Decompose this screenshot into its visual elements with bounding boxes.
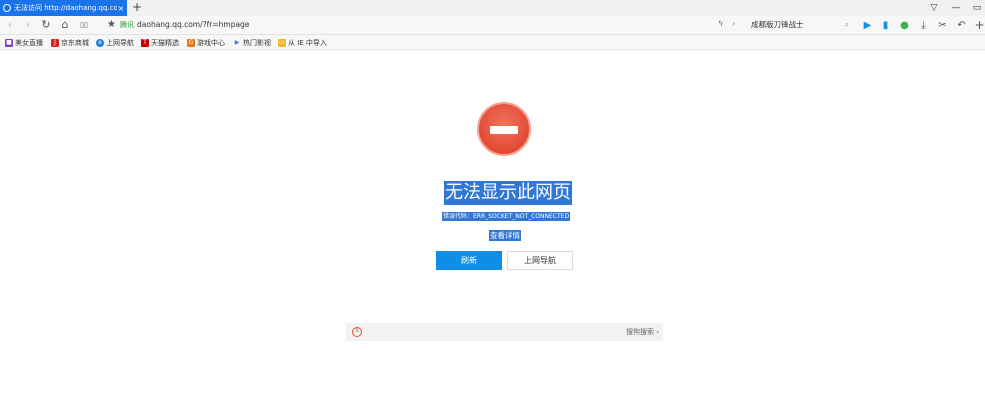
undo-icon[interactable]: ↶	[955, 19, 968, 32]
tab-title: 无法访问 http://daohang.qq.com/	[14, 4, 117, 12]
site-label: 腾讯	[120, 21, 134, 29]
error-title: 无法显示此网页	[444, 181, 572, 205]
bookmark-item-video[interactable]: ▶ 热门影视	[233, 37, 271, 48]
bookmark-label: 从 IE 中导入	[288, 38, 327, 47]
bookmark-item-live[interactable]: ■ 美女直播	[5, 37, 43, 48]
scissors-icon[interactable]: ✂	[936, 19, 949, 32]
download-icon[interactable]: ⤓	[917, 19, 930, 32]
folder-icon: ▭	[278, 38, 286, 47]
bookmark-label: 京东商城	[61, 38, 89, 47]
bookmark-label: 天猫精选	[151, 38, 179, 47]
go-arrow-icon[interactable]: ›	[732, 19, 735, 28]
search-value: 成都版刀锋战士	[751, 20, 804, 29]
reader-icon[interactable]: ▯▯	[77, 18, 91, 32]
search-icon[interactable]: ⌕	[845, 20, 849, 30]
search-input[interactable]: 成都版刀锋战士 ⌕	[745, 18, 852, 33]
forward-button[interactable]: ›	[21, 18, 35, 32]
bookmark-label: 上网导航	[106, 38, 134, 47]
bookmark-label: 美女直播	[15, 38, 43, 47]
refresh-button[interactable]: 刷新	[436, 251, 502, 270]
more-icon[interactable]: +	[973, 19, 985, 32]
bookmark-item-jd[interactable]: J 京东商城	[51, 37, 89, 48]
restore-button[interactable]: ▭	[969, 0, 985, 16]
browser-logo-icon	[3, 4, 11, 12]
bookmark-label: 游戏中心	[197, 38, 225, 47]
bookmark-item-games[interactable]: G 游戏中心	[187, 37, 225, 48]
web-navigation-button[interactable]: 上网导航	[507, 251, 573, 270]
bookmarks-bar: ■ 美女直播 J 京东商城 e 上网导航 T 天猫精选 G 游戏中心 ▶ 热门影…	[0, 35, 985, 50]
bookmark-icon[interactable]: ▮	[879, 19, 892, 32]
active-tab[interactable]: 无法访问 http://daohang.qq.com/ ×	[0, 0, 127, 16]
bookmark-item-nav[interactable]: e 上网导航	[96, 37, 134, 48]
reload-button[interactable]: ↻	[39, 18, 53, 32]
game-icon: G	[187, 38, 195, 47]
new-tab-button[interactable]: +	[131, 0, 143, 16]
jd-icon: J	[51, 38, 59, 47]
favorite-star-icon[interactable]: ★	[107, 18, 116, 32]
tab-bar: 无法访问 http://daohang.qq.com/ × + ▽ — ▭	[0, 0, 985, 16]
minimize-button[interactable]: —	[948, 0, 964, 16]
address-input[interactable]: daohang.qq.com/?fr=hmpage	[137, 20, 249, 30]
bookmark-label: 热门影视	[243, 38, 271, 47]
tab-close-icon[interactable]: ×	[117, 4, 125, 13]
play-icon[interactable]: ▶	[861, 19, 874, 32]
view-details-link[interactable]: 查看详情	[489, 230, 521, 241]
tmall-icon: T	[141, 38, 149, 47]
bookmark-item-import[interactable]: ▭ 从 IE 中导入	[278, 37, 327, 48]
lightning-icon[interactable]: ϟ	[718, 19, 723, 28]
skin-icon[interactable]: ▽	[926, 0, 942, 16]
error-icon-bar	[490, 126, 518, 134]
video-icon: ▶	[234, 38, 240, 46]
home-button[interactable]: ⌂	[58, 18, 72, 32]
error-icon	[477, 102, 531, 156]
bookmark-item-tmall[interactable]: T 天猫精选	[141, 37, 179, 48]
navigation-bar: ‹ › ↻ ⌂ ▯▯ ★ 腾讯 daohang.qq.com/?fr=hmpag…	[0, 16, 985, 35]
chat-icon[interactable]: ●	[898, 19, 911, 32]
sogou-search-link[interactable]: 搜狗搜索 ›	[626, 327, 659, 337]
back-button[interactable]: ‹	[3, 18, 17, 32]
live-icon: ■	[5, 38, 13, 47]
sogou-logo-icon: S	[352, 327, 362, 337]
ie-icon: e	[96, 38, 104, 47]
error-code: 错误代码：ERR_SOCKET_NOT_CONNECTED	[442, 212, 571, 221]
sogou-search-bar[interactable]: S 搜狗搜索 ›	[346, 323, 663, 341]
